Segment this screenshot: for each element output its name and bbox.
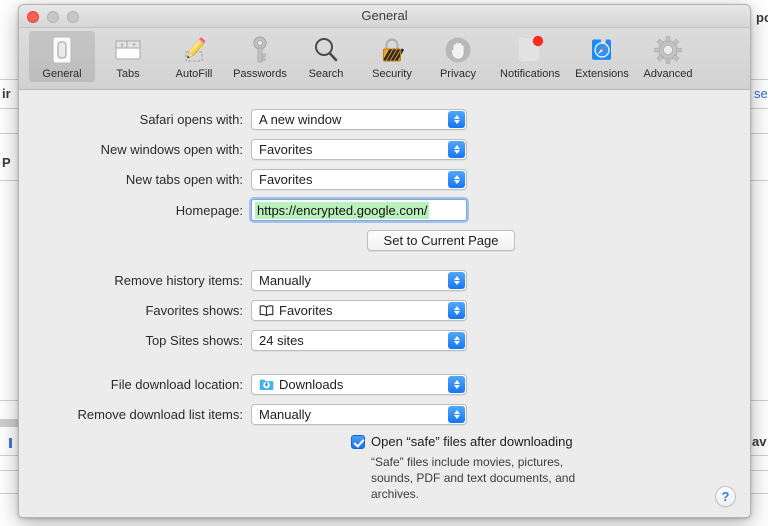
label-favorites-shows: Favorites shows: [145,303,243,318]
search-icon [310,34,342,66]
privacy-hand-icon [442,34,474,66]
advanced-gear-icon [652,34,684,66]
row-remove-download-list-items: Remove download list items: Manually [29,404,467,425]
select-value: Favorites [259,142,313,157]
row-homepage: Homepage: https://encrypted.google.com/ [29,199,467,221]
select-value: Downloads [279,377,344,392]
row-new-tabs-open-with: New tabs open with: Favorites [29,169,467,190]
security-lock-icon [376,34,408,66]
toolbar-item-security[interactable]: Security [359,31,425,82]
select-file-download-location[interactable]: Downloads [251,374,467,395]
select-top-sites-shows[interactable]: 24 sites [251,330,467,351]
bg-text-fragment: po [756,10,768,25]
toolbar-item-search[interactable]: Search [293,31,359,82]
label-top-sites-shows: Top Sites shows: [145,333,243,348]
toolbar-label: General [42,68,82,80]
preferences-toolbar: General x + Tabs AutoFill Passwords Sear… [19,28,750,90]
toolbar-item-extensions[interactable]: Extensions [569,31,635,82]
label-file-download-location: File download location: [110,377,243,392]
chevron-updown-icon[interactable] [448,406,465,423]
row-new-windows-open-with: New windows open with: Favorites [29,139,467,160]
passwords-key-icon [244,34,276,66]
chevron-updown-icon[interactable] [448,376,465,393]
select-value: Manually [259,273,312,288]
select-value: 24 sites [259,333,304,348]
bg-selection-tick [9,438,12,448]
book-icon [259,304,274,317]
chevron-updown-icon[interactable] [448,332,465,349]
open-safe-files-help-text: “Safe” files include movies, pictures, s… [371,455,576,501]
toolbar-item-general[interactable]: General [29,31,95,82]
row-file-download-location: File download location: Downloads [29,374,467,395]
toolbar-label: Privacy [439,68,477,80]
toolbar-label: AutoFill [175,68,213,80]
select-remove-history-items[interactable]: Manually [251,270,467,291]
chevron-updown-icon[interactable] [448,272,465,289]
select-value: Favorites [259,172,313,187]
row-remove-history-items: Remove history items: Manually [29,270,467,291]
chevron-updown-icon[interactable] [448,141,465,158]
bg-text-fragment: P [2,155,11,170]
label-safari-opens-with: Safari opens with: [139,112,243,127]
general-icon [46,34,78,66]
select-new-tabs-open-with[interactable]: Favorites [251,169,467,190]
select-safari-opens-with[interactable]: A new window [251,109,467,130]
set-to-current-page-button[interactable]: Set to Current Page [367,230,515,251]
toolbar-label: Search [308,68,344,80]
select-value: Favorites [279,303,333,318]
toolbar-label: Advanced [643,68,693,80]
chevron-updown-icon[interactable] [448,111,465,128]
notifications-icon [514,34,546,66]
row-top-sites-shows: Top Sites shows: 24 sites [29,330,467,351]
bg-band [0,419,18,427]
toolbar-item-passwords[interactable]: Passwords [227,31,293,82]
select-favorites-shows[interactable]: Favorites [251,300,467,321]
button-label: Set to Current Page [383,233,499,248]
toolbar-item-notifications[interactable]: Notifications [491,31,569,82]
help-label: ? [721,489,730,504]
bg-text-fragment: av [752,434,767,449]
label-new-windows-open-with: New windows open with: [100,142,243,157]
select-value: A new window [259,112,342,127]
toolbar-item-autofill[interactable]: AutoFill [161,31,227,82]
select-value: Manually [259,407,312,422]
row-favorites-shows: Favorites shows: Favorites [29,300,467,321]
chevron-updown-icon[interactable] [448,171,465,188]
window-title: General [361,8,408,23]
tabs-icon: x + [112,34,144,66]
row-safari-opens-with: Safari opens with: A new window [29,109,467,130]
toolbar-label: Security [372,68,412,80]
svg-text:+: + [132,42,136,49]
help-button[interactable]: ? [715,486,736,507]
open-safe-files-checkbox[interactable] [351,435,365,449]
chevron-updown-icon[interactable] [448,302,465,319]
open-safe-files-checkbox-row[interactable]: Open “safe” files after downloading [351,434,573,449]
label-remove-history-items: Remove history items: [114,273,243,288]
toolbar-label: Extensions [575,68,629,80]
bg-text-fragment: ir [2,86,11,101]
select-new-windows-open-with[interactable]: Favorites [251,139,467,160]
toolbar-item-privacy[interactable]: Privacy [425,31,491,82]
autofill-icon [178,34,210,66]
svg-text:x: x [121,43,124,49]
toolbar-label: Passwords [233,68,287,80]
toolbar-label: Notifications [500,68,560,80]
label-homepage: Homepage: [175,202,243,218]
homepage-value: https://encrypted.google.com/ [255,201,429,219]
label-new-tabs-open-with: New tabs open with: [125,172,243,187]
preferences-window: General General x + Tabs AutoFill Passwo… [18,4,751,518]
homepage-input[interactable]: https://encrypted.google.com/ [251,199,467,221]
toolbar-item-advanced[interactable]: Advanced [635,31,701,82]
title-bar: General [19,5,750,28]
toolbar-label: Tabs [116,68,140,80]
extensions-icon [586,34,618,66]
preferences-content: Safari opens with: A new window New wind… [19,90,750,517]
select-remove-download-list-items[interactable]: Manually [251,404,467,425]
downloads-folder-icon [259,378,274,391]
toolbar-item-tabs[interactable]: x + Tabs [95,31,161,82]
bg-link-fragment[interactable]: se [754,86,768,101]
label-remove-download-list-items: Remove download list items: [77,407,243,422]
open-safe-files-label: Open “safe” files after downloading [371,434,573,449]
